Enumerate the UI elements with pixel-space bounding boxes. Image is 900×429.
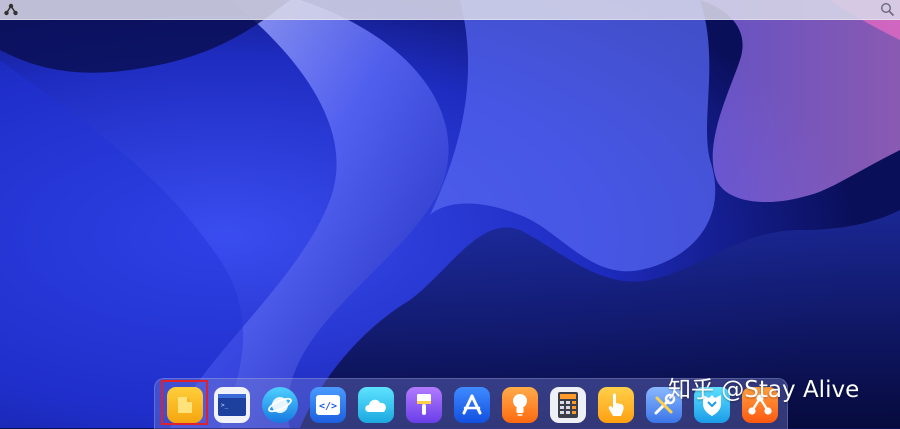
desktop-wallpaper	[0, 0, 900, 428]
top-panel	[0, 0, 900, 20]
calculator-icon	[558, 392, 578, 418]
terminal-icon: >_	[218, 394, 246, 416]
dock-item-cloud-sync[interactable]	[358, 387, 394, 423]
search-icon[interactable]	[880, 2, 895, 17]
dock-item-draw[interactable]	[406, 387, 442, 423]
deepin-launcher-icon[interactable]	[4, 3, 18, 16]
dock-item-browser[interactable]	[262, 387, 298, 423]
planet-icon	[268, 397, 292, 413]
watermark-text: 知乎 @Stay Alive	[668, 377, 860, 403]
dock-item-app-store[interactable]	[454, 387, 490, 423]
lightbulb-icon	[513, 394, 527, 416]
selection-highlight-box	[161, 380, 208, 425]
dock-item-calculator[interactable]	[550, 387, 586, 423]
cloud-icon	[365, 399, 386, 412]
code-icon: </>	[316, 395, 340, 415]
dock-item-code-editor[interactable]: </>	[310, 387, 346, 423]
svg-text:>_: >_	[221, 402, 229, 409]
dock-item-tips[interactable]	[502, 387, 538, 423]
dock-item-touch-tool[interactable]	[598, 387, 634, 423]
hand-pointer-icon	[608, 393, 624, 416]
app-store-icon	[462, 394, 482, 415]
paint-brush-icon	[417, 394, 431, 415]
svg-text:</>: </>	[319, 401, 337, 412]
dock-item-terminal[interactable]: >_	[214, 387, 250, 423]
